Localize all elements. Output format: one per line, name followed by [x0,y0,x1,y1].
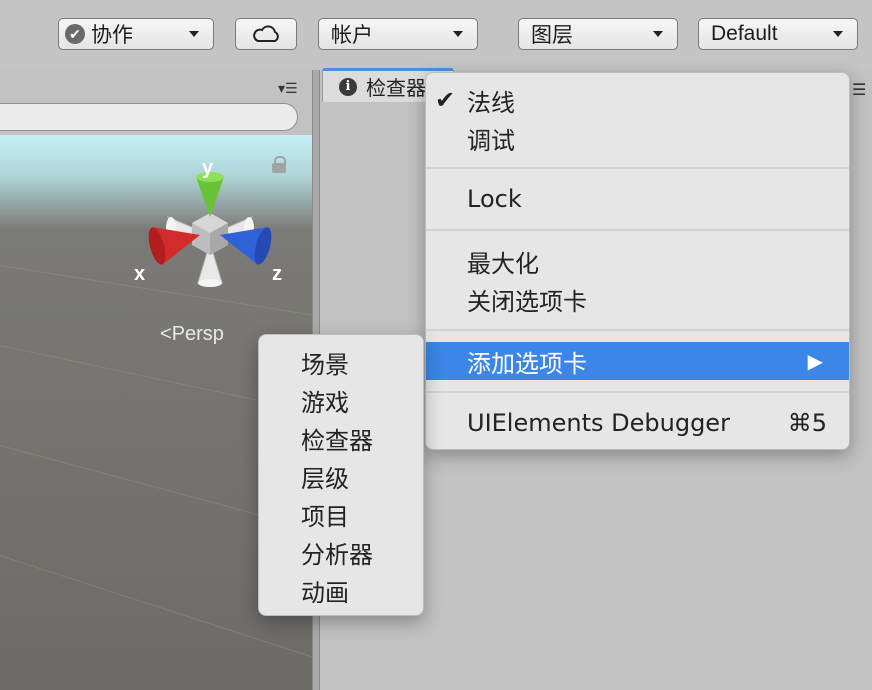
menu-item-label: 关闭选项卡 [467,287,587,316]
menu-item-label: 法线 [467,88,515,117]
submenu-item-animation[interactable]: 动画 [259,571,423,609]
layers-dropdown[interactable]: 图层 [518,18,678,50]
submenu-item-label: 项目 [301,502,349,531]
layers-label: 图层 [531,24,573,47]
submenu-item-label: 检查器 [301,426,373,455]
account-label: 帐户 [331,24,373,47]
menu-separator [426,167,849,169]
chevron-left-icon: < [160,323,172,345]
submenu-arrow-icon: ▶ [807,349,823,373]
menu-item-add-tab[interactable]: 添加选项卡 ▶ [426,342,849,380]
menu-separator [426,391,849,393]
submenu-item-profiler[interactable]: 分析器 [259,533,423,571]
collab-label: 协作 [91,24,133,47]
persp-label: Persp [171,323,224,345]
add-tab-submenu: 场景 游戏 检查器 层级 项目 分析器 动画 [258,334,424,616]
cloud-icon [253,25,279,42]
submenu-item-project[interactable]: 项目 [259,495,423,533]
projection-toggle[interactable]: <Persp [160,323,224,346]
inspector-tab-label: 检查器 [366,78,426,100]
menu-item-uielements-debugger[interactable]: UIElements Debugger ⌘5 [426,404,849,442]
cloud-button[interactable] [235,18,297,50]
menu-item-label: UIElements Debugger [467,409,730,437]
scene-panel-header: ▾☰ [0,70,312,98]
menu-item-shortcut: ⌘5 [787,409,827,437]
submenu-item-inspector[interactable]: 检查器 [259,419,423,457]
menu-item-label: 最大化 [467,249,539,278]
menu-item-lock[interactable]: Lock [426,180,849,218]
gizmo-x-label: x [134,263,146,285]
scene-search-field[interactable] [0,103,298,131]
account-dropdown[interactable]: 帐户 [318,18,478,50]
submenu-item-label: 游戏 [301,388,349,417]
submenu-item-scene[interactable]: 场景 [259,343,423,381]
menu-separator [426,229,849,231]
collab-dropdown[interactable]: ✔ 协作 [58,18,214,50]
checkmark-icon: ✔ [435,86,456,114]
layout-label: Default [711,22,778,45]
menu-item-debug[interactable]: 调试 [426,119,849,157]
menu-separator [426,329,849,331]
submenu-item-game[interactable]: 游戏 [259,381,423,419]
collab-check-icon: ✔ [65,24,85,44]
menu-item-label: Lock [467,185,522,213]
main-toolbar: ✔ 协作 帐户 图层 Default [0,0,872,70]
panel-menu-icon[interactable]: ▾☰ [278,80,298,97]
chevron-down-icon [833,31,843,37]
submenu-item-hierarchy[interactable]: 层级 [259,457,423,495]
submenu-item-label: 动画 [301,578,349,607]
gizmo-y-label: y [202,157,214,179]
context-menu: ✔ 法线 调试 Lock 最大化 关闭选项卡 添加选项卡 ▶ UIElement… [425,72,850,450]
panel-menu-icon[interactable]: ☰ [852,80,866,100]
submenu-item-label: 层级 [301,464,349,493]
gizmo-z-label: z [272,263,282,285]
submenu-item-label: 场景 [301,350,349,379]
chevron-down-icon [453,31,463,37]
menu-item-close-tab[interactable]: 关闭选项卡 [426,280,849,318]
info-icon: i [339,77,357,96]
submenu-item-label: 分析器 [301,540,373,569]
chevron-down-icon [189,31,199,37]
layout-dropdown[interactable]: Default [698,18,858,50]
chevron-down-icon [653,31,663,37]
menu-item-maximize[interactable]: 最大化 [426,242,849,280]
menu-item-label: 添加选项卡 [467,349,587,378]
orientation-gizmo[interactable]: y x z [130,145,300,295]
menu-item-normal[interactable]: ✔ 法线 [426,81,849,119]
menu-item-label: 调试 [467,126,515,155]
